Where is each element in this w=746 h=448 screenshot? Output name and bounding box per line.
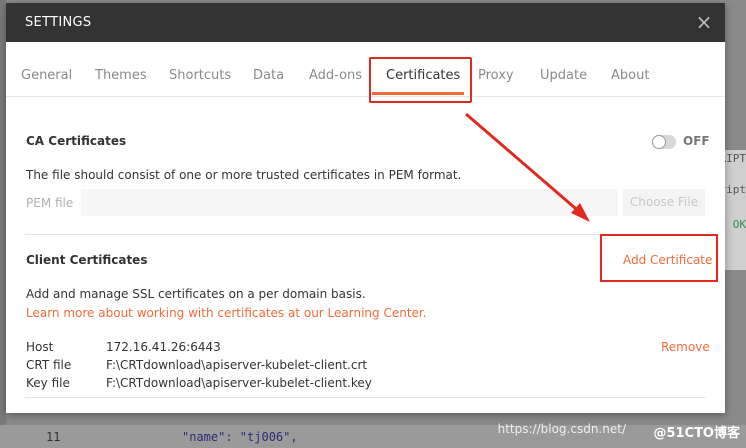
background-code-bar: [0, 425, 746, 448]
section-divider: [25, 397, 706, 398]
key-file-label: Key file: [26, 376, 70, 390]
client-description: Add and manage SSL certificates on a per…: [26, 287, 366, 301]
background-right-column: [724, 150, 746, 270]
line-number: 11: [46, 430, 61, 444]
ca-description: The file should consist of one or more t…: [26, 168, 462, 182]
tab-shortcuts[interactable]: Shortcuts: [169, 68, 231, 83]
site-logo: @51CTO博客: [653, 426, 740, 441]
background-snippet: OK: [732, 218, 746, 231]
close-icon[interactable]: ×: [693, 11, 715, 33]
tab-add-ons[interactable]: Add-ons: [309, 68, 362, 83]
pem-file-label: PEM file: [26, 196, 74, 210]
host-label: Host: [26, 340, 54, 354]
settings-modal: SETTINGS × General Themes Shortcuts Data…: [6, 3, 725, 413]
watermark: https://blog.csdn.net/: [497, 422, 626, 436]
tab-general[interactable]: General: [21, 68, 72, 83]
toggle-knob: [652, 135, 666, 149]
client-certificates-title: Client Certificates: [26, 253, 148, 267]
remove-certificate-button[interactable]: Remove: [661, 340, 710, 354]
toggle-state-label: OFF: [683, 134, 710, 148]
ca-certificates-title: CA Certificates: [26, 134, 127, 148]
tab-update[interactable]: Update: [540, 68, 587, 83]
choose-file-button[interactable]: Choose File: [623, 189, 705, 216]
tab-proxy[interactable]: Proxy: [478, 68, 514, 83]
add-certificate-highlight-box: [600, 234, 718, 282]
ca-certificates-toggle[interactable]: [652, 135, 676, 149]
key-file-value: F:\CRTdownload\apiserver-kubelet-client.…: [106, 376, 372, 390]
modal-title: SETTINGS: [25, 15, 92, 30]
learning-center-link[interactable]: Learn more about working with certificat…: [26, 306, 427, 320]
modal-header: SETTINGS ×: [6, 3, 725, 42]
crt-file-label: CRT file: [26, 358, 72, 372]
settings-tabs: General Themes Shortcuts Data Add-ons Ce…: [6, 42, 725, 97]
tab-data[interactable]: Data: [253, 68, 284, 83]
tab-themes[interactable]: Themes: [95, 68, 147, 83]
tab-highlight-box: [369, 57, 472, 103]
crt-file-value: F:\CRTdownload\apiserver-kubelet-client.…: [106, 358, 368, 372]
code-line: "name": "tj006",: [182, 430, 298, 444]
pem-file-input[interactable]: [81, 189, 618, 216]
host-value: 172.16.41.26:6443: [106, 340, 221, 354]
tab-about[interactable]: About: [611, 68, 649, 83]
